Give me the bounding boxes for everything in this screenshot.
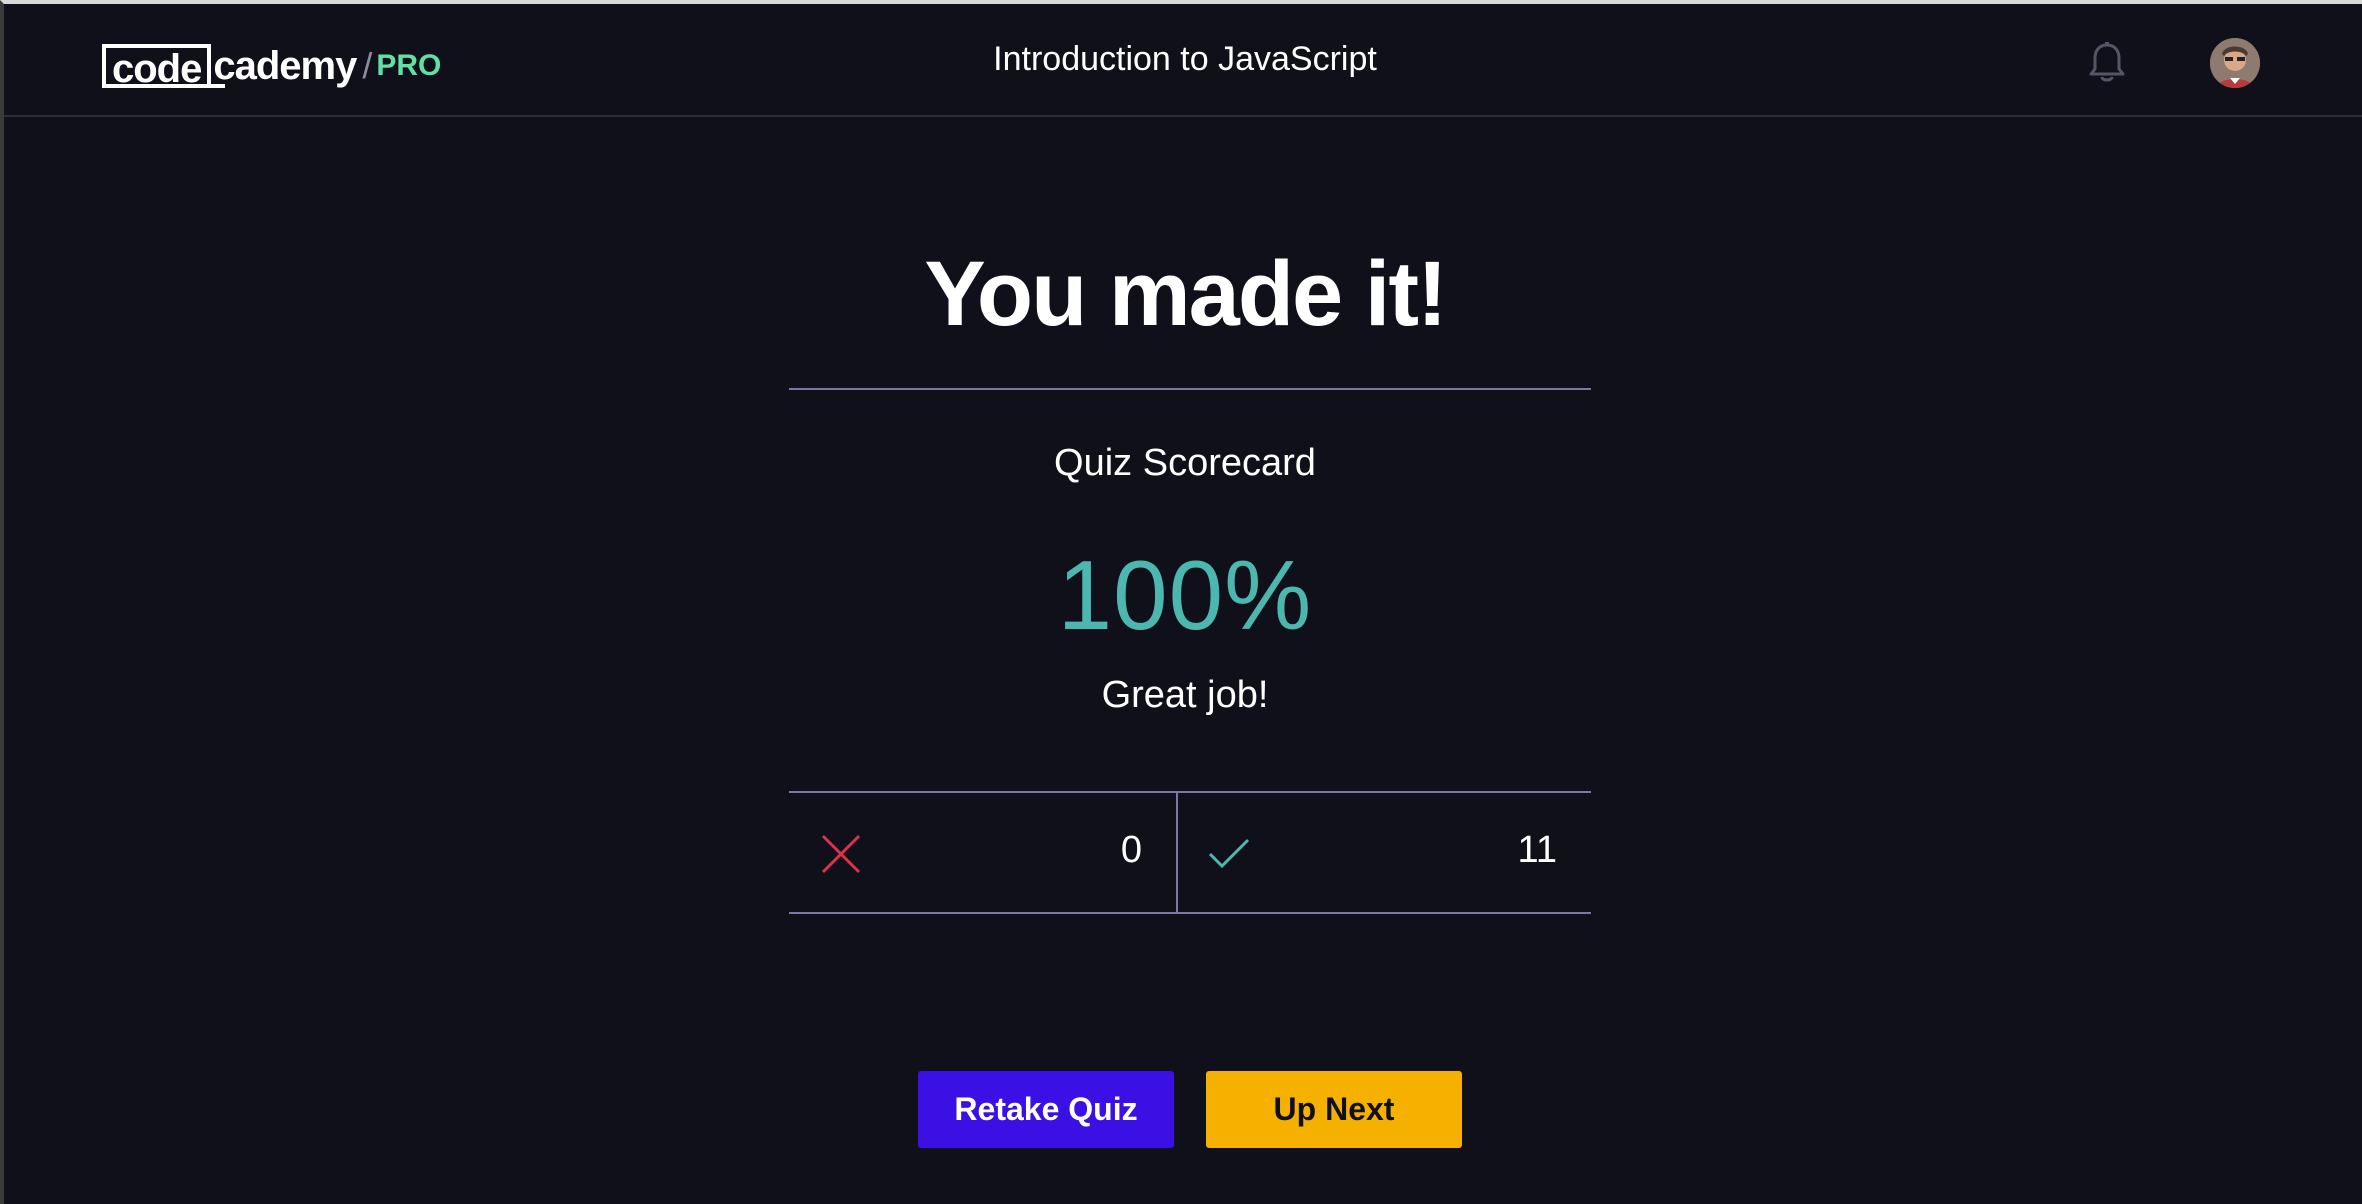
x-icon: [819, 832, 863, 876]
score-percent: 100%: [1057, 540, 1313, 650]
app-window: code cademy / PRO Introduction to JavaSc…: [0, 0, 2362, 1204]
top-nav: code cademy / PRO Introduction to JavaSc…: [4, 4, 2362, 117]
divider: [789, 388, 1591, 390]
correct-tally: 11: [1178, 793, 1591, 912]
bell-icon[interactable]: [2087, 41, 2127, 85]
scorecard-label: Quiz Scorecard: [1054, 442, 1316, 484]
incorrect-tally: 0: [789, 793, 1178, 912]
page-headline: You made it!: [924, 243, 1447, 345]
up-next-button[interactable]: Up Next: [1206, 1071, 1462, 1148]
retake-quiz-button[interactable]: Retake Quiz: [918, 1071, 1174, 1148]
correct-count: 11: [1517, 829, 1557, 871]
course-title[interactable]: Introduction to JavaScript: [4, 40, 2362, 79]
avatar[interactable]: [2210, 38, 2260, 88]
incorrect-count: 0: [1120, 829, 1142, 871]
score-message: Great job!: [1101, 674, 1269, 716]
answer-tally: 0 11: [789, 791, 1591, 914]
check-icon: [1208, 832, 1252, 876]
